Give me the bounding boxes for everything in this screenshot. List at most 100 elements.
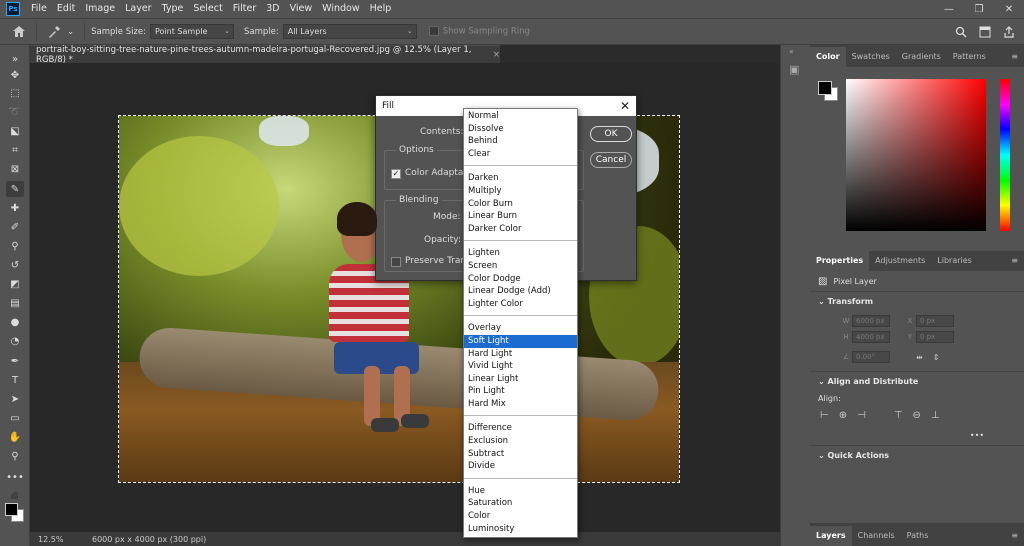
blend-mode-option[interactable]: Normal [464,110,577,123]
angle-field[interactable]: 0.00° [852,351,890,363]
blend-mode-option[interactable]: Subtract [464,448,577,461]
blend-mode-option[interactable]: Difference [464,422,577,435]
tab-libraries[interactable]: Libraries [931,251,978,271]
menu-image[interactable]: Image [80,0,120,18]
frame-tool-icon[interactable]: ⊠ [6,161,24,177]
color-field[interactable] [846,79,986,231]
y-field[interactable]: 0 px [916,331,954,343]
sample-size-select[interactable]: Point Sample ⌄ [150,24,235,39]
dodge-tool-icon[interactable]: ◔ [6,333,24,349]
blend-mode-option[interactable]: Divide [464,460,577,473]
gradient-tool-icon[interactable]: ▤ [6,295,24,311]
rectangle-tool-icon[interactable]: ▭ [6,410,24,426]
flip-horizontal-icon[interactable]: ⇹ [916,353,923,362]
blend-mode-option[interactable]: Multiply [464,185,577,198]
object-selection-tool-icon[interactable]: ⬕ [6,123,24,139]
path-selection-tool-icon[interactable]: ➤ [6,391,24,407]
blend-mode-option[interactable]: Darken [464,172,577,185]
tab-color[interactable]: Color [810,47,846,67]
align-top-icon[interactable]: ⊤ [894,410,903,421]
quick-actions-header[interactable]: ⌄ Quick Actions [810,445,1024,465]
show-sampling-ring-option[interactable]: Show Sampling Ring [428,26,530,37]
blend-mode-option[interactable]: Overlay [464,322,577,335]
brush-tool-icon[interactable]: ✐ [6,219,24,235]
blend-mode-option[interactable]: Linear Burn [464,210,577,223]
tab-swatches[interactable]: Swatches [846,47,896,67]
width-field[interactable]: 6000 px [852,315,890,327]
blend-mode-option[interactable]: Exclusion [464,435,577,448]
blend-mode-option[interactable]: Lighten [464,247,577,260]
panel-menu-icon[interactable]: ≡ [1005,526,1024,546]
x-field[interactable]: 0 px [916,315,954,327]
menu-3d[interactable]: 3D [261,0,284,18]
healing-brush-tool-icon[interactable]: ✚ [6,200,24,216]
align-center-icon[interactable]: ⊕ [839,410,847,421]
more-options-icon[interactable]: ••• [970,431,984,440]
blend-mode-option[interactable]: Screen [464,260,577,273]
document-info[interactable]: 6000 px x 4000 px (300 ppi) [92,535,206,544]
tab-adjustments[interactable]: Adjustments [869,251,931,271]
menu-view[interactable]: View [285,0,318,18]
blend-mode-option[interactable]: Hard Mix [464,398,577,411]
menu-filter[interactable]: Filter [228,0,262,18]
color-adaptation-checkbox[interactable]: ✓ [391,169,401,179]
blend-mode-option[interactable]: Vivid Light [464,360,577,373]
hand-tool-icon[interactable]: ✋ [6,429,24,445]
blend-mode-option[interactable]: Soft Light [464,334,577,348]
ok-button[interactable]: OK [590,126,632,142]
blend-mode-option[interactable]: Hard Light [464,348,577,361]
align-right-icon[interactable]: ⊣ [857,410,866,421]
maximize-button[interactable]: ❐ [964,0,994,18]
show-sampling-ring-checkbox[interactable] [428,26,439,37]
minimize-button[interactable]: — [934,0,964,18]
workspace-icon[interactable] [976,23,994,41]
blend-mode-option[interactable]: Color Dodge [464,273,577,286]
blur-tool-icon[interactable]: ● [6,314,24,330]
menu-type[interactable]: Type [157,0,189,18]
home-icon[interactable] [8,21,30,43]
document-tab[interactable]: portrait-boy-sitting-tree-nature-pine-tr… [30,45,500,65]
move-tool-icon[interactable]: ✥ [6,67,24,83]
blend-mode-option[interactable]: Saturation [464,497,577,510]
type-tool-icon[interactable]: T [6,372,24,388]
tab-channels[interactable]: Channels [852,526,901,546]
history-brush-tool-icon[interactable]: ↺ [6,257,24,273]
menu-help[interactable]: Help [365,0,397,18]
zoom-level[interactable]: 12.5% [38,535,78,544]
marquee-tool-icon[interactable]: ⬚ [6,85,24,101]
sample-select[interactable]: All Layers ⌄ [282,24,417,39]
align-middle-icon[interactable]: ⊖ [913,410,921,421]
menu-select[interactable]: Select [188,0,227,18]
blend-mode-option[interactable]: Lighter Color [464,298,577,311]
blend-mode-option[interactable]: Behind [464,135,577,148]
tab-gradients[interactable]: Gradients [896,47,947,67]
eraser-tool-icon[interactable]: ◩ [6,276,24,292]
blend-mode-dropdown[interactable]: Normal Dissolve Behind Clear Darken Multiply C… [463,108,578,538]
blend-mode-option[interactable]: Color Burn [464,198,577,211]
height-field[interactable]: 4000 px [852,331,890,343]
collapse-arrows-icon[interactable]: « [789,47,794,56]
eyedropper-tool-icon[interactable]: ✎ [6,181,24,197]
blend-mode-option[interactable]: Clear [464,148,577,161]
history-panel-icon[interactable]: ▣ [789,63,799,76]
blend-mode-option[interactable]: Pin Light [464,385,577,398]
blend-mode-option[interactable]: Dissolve [464,123,577,136]
share-icon[interactable] [1000,23,1018,41]
align-left-icon[interactable]: ⊢ [820,410,829,421]
hue-slider[interactable] [1000,79,1010,231]
lasso-tool-icon[interactable]: ➰ [6,104,24,120]
panel-collapse-icon[interactable]: » [6,51,24,67]
close-icon[interactable]: ✕ [620,96,630,116]
blend-mode-option[interactable]: Hue [464,485,577,498]
align-bottom-icon[interactable]: ⊥ [931,410,940,421]
foreground-color-swatch[interactable] [818,81,832,95]
close-document-icon[interactable]: × [493,50,500,60]
crop-tool-icon[interactable]: ⌗ [6,142,24,158]
preset-chevron-icon[interactable]: ⌄ [67,27,74,37]
tab-paths[interactable]: Paths [901,526,935,546]
search-icon[interactable] [952,23,970,41]
default-colors-icon[interactable]: ⬛ [6,488,24,504]
menu-file[interactable]: File [26,0,52,18]
tab-layers[interactable]: Layers [810,526,852,546]
flip-vertical-icon[interactable]: ⇕ [933,353,940,362]
